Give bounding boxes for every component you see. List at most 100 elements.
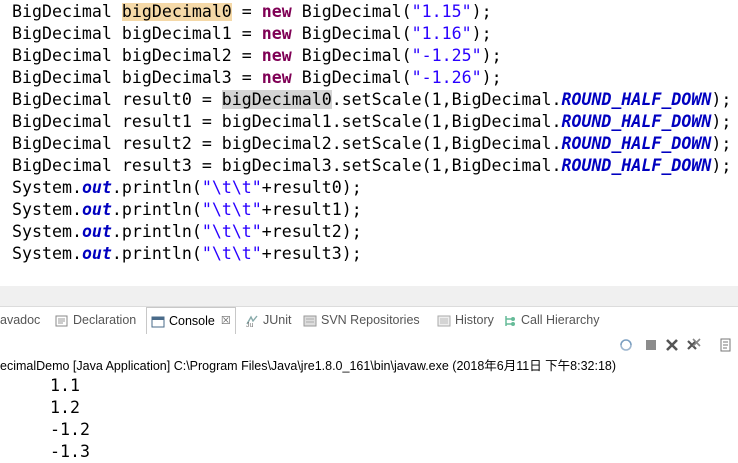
code-token: ); [481,68,502,87]
console-toolbar [0,334,738,356]
console-output-line: -1.3 [50,442,90,461]
code-token: System. [12,222,82,241]
code-token: +result0); [261,178,362,197]
tab-label: History [455,313,494,327]
code-line: BigDecimal bigDecimal1 = new BigDecimal(… [12,23,492,45]
code-token-field: out [81,244,112,263]
code-token: ); [711,112,732,131]
remove-launch-icon[interactable] [664,337,680,353]
code-token-field: out [81,178,112,197]
tab-declaration[interactable]: Declaration [55,307,136,334]
view-tab-bar: avadoc Declaration Console ☒ Ju JUnit SVN Repo… [0,307,738,335]
code-token: BigDecimal result1 = bigDecimal1.setScal… [12,112,562,131]
tab-junit[interactable]: Ju JUnit [245,307,291,334]
code-token: .setScale(1,BigDecimal. [331,90,562,109]
code-token: .println( [111,178,202,197]
tab-svn-repositories[interactable]: SVN Repositories [303,307,420,334]
code-token: +result3); [261,244,362,263]
tab-call-hierarchy[interactable]: Call Hierarchy [503,307,600,334]
code-editor[interactable]: BigDecimal bigDecimal0 = new BigDecimal(… [0,0,738,286]
code-line: BigDecimal result0 = bigDecimal0.setScal… [12,89,731,111]
code-line: BigDecimal result2 = bigDecimal2.setScal… [12,133,731,155]
code-token: BigDecimal( [291,68,412,87]
code-token-str: "-1.26" [411,68,482,87]
code-token: ); [711,90,732,109]
code-line: BigDecimal bigDecimal2 = new BigDecimal(… [12,45,502,67]
declaration-icon [55,314,73,328]
code-line: BigDecimal result3 = bigDecimal3.setScal… [12,155,731,177]
code-token-const: ROUND_HALF_DOWN [561,134,712,153]
code-token: BigDecimal( [291,24,412,43]
junit-icon: Ju [245,314,263,328]
code-token: BigDecimal result0 = [12,90,222,109]
code-line: BigDecimal bigDecimal3 = new BigDecimal(… [12,67,502,89]
code-token: BigDecimal bigDecimal3 = [12,68,262,87]
code-line: System.out.println("\t\t"+result0); [12,177,362,199]
code-token: System. [12,244,82,263]
code-token-kw: new [261,46,292,65]
console-launch-description: ecimalDemo [Java Application] C:\Program… [0,356,738,376]
console-output-line: -1.2 [50,420,90,439]
code-token-const: ROUND_HALF_DOWN [561,90,712,109]
call-hierarchy-icon [503,314,521,328]
code-token: BigDecimal bigDecimal2 = [12,46,262,65]
code-token-hl-ref: bigDecimal0 [221,90,332,109]
code-token-kw: new [261,68,292,87]
code-token: .println( [111,222,202,241]
console-output-line: 1.1 [50,376,80,395]
code-token-kw: new [261,2,292,21]
terminate-icon[interactable] [643,337,659,353]
scroll-lock-icon[interactable] [718,337,734,353]
code-token: .println( [111,200,202,219]
code-line: System.out.println("\t\t"+result1); [12,199,362,221]
code-token: +result2); [261,222,362,241]
tab-label: SVN Repositories [321,313,420,327]
remove-all-terminated-icon[interactable] [686,337,702,353]
pin-console-icon[interactable] [618,337,634,353]
launch-text: ecimalDemo [Java Application] C:\Program… [0,359,617,373]
tab-history[interactable]: History [437,307,494,334]
view-divider[interactable] [0,286,738,307]
tab-label: Declaration [73,313,137,327]
editor-top-edge [0,0,738,3]
tab-javadoc[interactable]: avadoc [0,307,40,334]
code-token: = [231,2,262,21]
code-token: ); [481,46,502,65]
code-token: .println( [111,244,202,263]
code-token: ); [471,2,492,21]
code-token: BigDecimal( [291,2,412,21]
code-token: BigDecimal result2 = bigDecimal2.setScal… [12,134,562,153]
tab-label: JUnit [263,313,292,327]
code-token: ); [711,156,732,175]
tab-label: Console [169,314,215,328]
tab-label: avadoc [0,313,41,327]
code-token: System. [12,178,82,197]
code-token-field: out [81,200,112,219]
code-line: BigDecimal result1 = bigDecimal1.setScal… [12,111,731,133]
code-token: BigDecimal [12,2,122,21]
code-token-kw: new [261,24,292,43]
code-token-field: out [81,222,112,241]
svg-text:Ju: Ju [246,322,254,328]
code-token-str: "\t\t" [201,200,262,219]
history-icon [437,314,455,328]
code-token: BigDecimal result3 = bigDecimal3.setScal… [12,156,562,175]
code-token-const: ROUND_HALF_DOWN [561,156,712,175]
console-output-line: 1.2 [50,398,80,417]
code-token-str: "-1.25" [411,46,482,65]
close-icon[interactable]: ☒ [221,308,231,335]
code-token: +result1); [261,200,362,219]
code-token-str: "1.16" [411,24,472,43]
console-icon [151,315,169,329]
code-token-str: "1.15" [411,2,472,21]
code-token: System. [12,200,82,219]
code-token: BigDecimal( [291,46,412,65]
code-line: System.out.println("\t\t"+result3); [12,243,362,265]
code-token-str: "\t\t" [201,222,262,241]
code-token: BigDecimal bigDecimal1 = [12,24,262,43]
tab-console[interactable]: Console ☒ [146,307,236,335]
code-line: System.out.println("\t\t"+result2); [12,221,362,243]
code-token: ); [471,24,492,43]
code-line: BigDecimal bigDecimal0 = new BigDecimal(… [12,1,492,23]
code-token: ); [711,134,732,153]
